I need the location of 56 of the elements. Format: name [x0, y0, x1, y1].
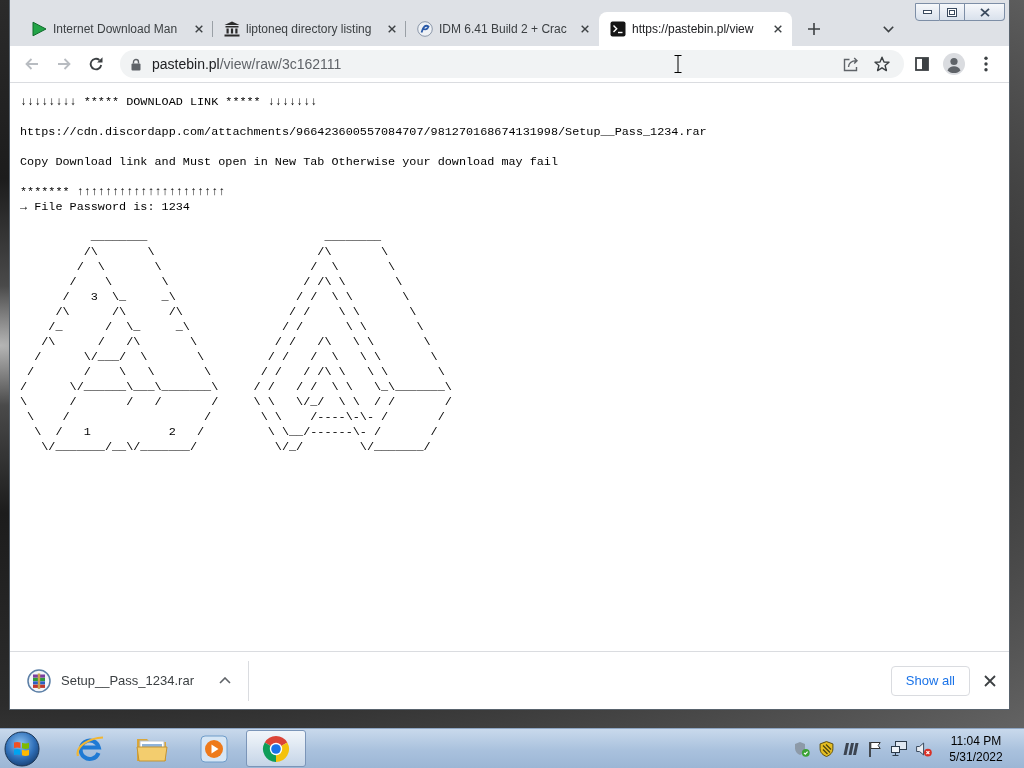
url-text: pastebin.pl/view/raw/3c162111 [152, 56, 342, 72]
caret-up-icon [219, 677, 231, 684]
plain-text: Copy Download link and Must open in New Tab Otherwise your download may fail [20, 155, 559, 170]
plain-text: ******* ↑↑↑↑↑↑↑↑↑↑↑↑↑↑↑↑↑↑↑↑↑ → File Password is: 1234 [20, 185, 226, 215]
close-icon [984, 674, 996, 687]
browser-tab[interactable]: Internet Download Man [20, 12, 213, 46]
flag-icon [868, 740, 882, 757]
close-icon [774, 25, 782, 33]
menu-icon [984, 56, 988, 72]
clock-time: 11:04 PM [950, 732, 1002, 749]
media-player-icon [200, 734, 228, 763]
shield-check-icon [794, 740, 810, 757]
browser-tab[interactable]: https://pastebin.pl/view [599, 12, 792, 46]
file-name[interactable]: Setup__Pass_1234.rar [61, 673, 194, 688]
shield-icon [819, 740, 834, 757]
avatar-icon [943, 53, 965, 75]
close-window-button[interactable] [965, 3, 1005, 21]
text-cursor-icon [674, 55, 682, 73]
clock-date: 5/31/2022 [949, 748, 1003, 765]
minimize-button[interactable] [915, 3, 940, 21]
close-icon [388, 25, 396, 33]
plus-icon [808, 23, 820, 35]
profile-button[interactable] [940, 50, 968, 78]
speaker-muted-icon [916, 740, 932, 757]
terminal-icon [610, 21, 626, 37]
ascii-art: ________ ________ /\ \ /\ \ / \ \ / \ \ / \ \ / /\ \ \ / 3 \_ _\ / / \ \ \ /\ /\ /\ / / \ \ \ /_ / \_ _\ / / \ \ \ /\ / /\ \ / / /\ \ \ \ / \/___/ \ \ / / / \ \ \ \ / / \ \ \ / / / /\ \ \ \ \ / \/______\___\_______\ / / / / \ \ \_\_______\ \ / / / / \ \ \/_/ \ \ / / / \ / / \ \ /----\-\- / / \ / 1 2 / \ \__/------\- / / \/_______/__\/_______/ \/_/ \/_______/ [20, 230, 452, 455]
close-icon [581, 25, 589, 33]
maximize-icon [947, 7, 957, 17]
address-field[interactable]: pastebin.pl/view/raw/3c162111 [120, 50, 904, 78]
color-wheel-icon [262, 734, 290, 763]
chevron-down-icon [882, 25, 894, 33]
plain-text: https://cdn.discordapp.com/attachments/966423600557084707/981270168674131998/Setup__Pass_1234.rar [20, 125, 707, 140]
slanted-bars-icon [843, 741, 859, 756]
network-icon [891, 740, 907, 757]
forward-icon [56, 56, 72, 72]
back-icon [24, 56, 40, 72]
e-logo-icon [75, 733, 105, 764]
side-panel-icon [915, 57, 929, 71]
plain-text: ↓↓↓↓↓↓↓↓ ***** DOWNLOAD LINK ***** ↓↓↓↓↓↓↓ [20, 95, 318, 110]
show-all-button[interactable]: Show all [890, 665, 970, 696]
browser-tab[interactable]: IDM 6.41 Build 2 + Crac [406, 12, 599, 46]
round-logo-icon [417, 21, 433, 37]
close-icon [195, 25, 203, 33]
share-icon [843, 56, 859, 72]
reload-icon [88, 56, 104, 72]
star-icon [874, 56, 890, 72]
minimize-icon [923, 10, 932, 14]
lock-icon [131, 57, 141, 71]
browser-tab[interactable]: liptoneq directory listing [213, 12, 406, 46]
taskbar-app-button[interactable] [246, 730, 306, 767]
maximize-button[interactable] [940, 3, 965, 21]
close-icon [979, 7, 990, 17]
building-icon [224, 21, 240, 37]
play-icon [31, 21, 47, 37]
start-orb-icon [4, 730, 40, 767]
book-stack-icon [27, 668, 51, 693]
